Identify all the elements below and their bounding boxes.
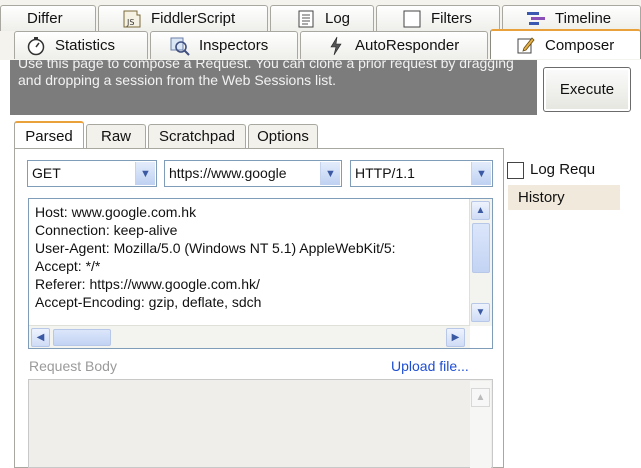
- tab-label: Differ: [27, 10, 63, 27]
- lightning-icon: [325, 36, 347, 56]
- url-value: https://www.google: [169, 165, 287, 181]
- tab-label: Timeline: [555, 10, 612, 27]
- history-panel-header: History: [508, 185, 620, 210]
- tab-statistics[interactable]: Statistics: [14, 31, 148, 59]
- subtab-label: Parsed: [25, 127, 73, 145]
- history-label: History: [518, 189, 565, 206]
- chevron-down-icon[interactable]: ▼: [471, 162, 491, 185]
- subtab-options[interactable]: Options: [248, 124, 318, 148]
- tab-label: Inspectors: [199, 37, 269, 54]
- scrollbar-thumb[interactable]: [53, 329, 111, 346]
- request-headers-textarea[interactable]: Host: www.google.com.hk Connection: keep…: [28, 198, 493, 349]
- subtab-parsed[interactable]: Parsed: [14, 121, 84, 149]
- header-line: User-Agent: Mozilla/5.0 (Windows NT 5.1)…: [35, 240, 396, 256]
- vertical-scrollbar[interactable]: ▲ ▼: [469, 199, 492, 326]
- timeline-icon: [525, 9, 547, 29]
- tab-label: Composer: [545, 36, 615, 54]
- tab-timeline[interactable]: Timeline: [502, 5, 641, 31]
- tab-label: FiddlerScript: [151, 10, 236, 27]
- request-body-label: Request Body: [29, 358, 117, 374]
- stopwatch-icon: [25, 36, 47, 56]
- scrollbar-thumb[interactable]: [472, 223, 490, 273]
- scroll-left-icon[interactable]: ◀: [31, 328, 50, 347]
- chevron-down-icon[interactable]: ▼: [320, 162, 340, 185]
- header-line: Connection: keep-alive: [35, 222, 178, 238]
- tab-label: AutoResponder: [355, 37, 460, 54]
- log-icon: [295, 9, 317, 29]
- subtab-label: Scratchpad: [159, 128, 235, 145]
- header-line: Accept: */*: [35, 258, 101, 274]
- js-badge-text: JS: [126, 18, 134, 27]
- tab-fiddlerscript[interactable]: JS FiddlerScript: [98, 5, 268, 31]
- vertical-scrollbar[interactable]: ▲: [470, 381, 491, 468]
- http-version-select[interactable]: HTTP/1.1 ▼: [350, 160, 493, 187]
- horizontal-scrollbar[interactable]: ◀ ▶: [29, 325, 470, 348]
- tab-filters[interactable]: Filters: [376, 5, 500, 31]
- tab-log[interactable]: Log: [270, 5, 374, 31]
- header-line: Referer: https://www.google.com.hk/: [35, 276, 260, 292]
- method-select[interactable]: GET ▼: [27, 160, 157, 187]
- chevron-down-icon[interactable]: ▼: [135, 162, 155, 185]
- execute-label: Execute: [559, 81, 615, 98]
- checkbox-icon: [401, 9, 423, 29]
- js-script-icon: JS: [121, 9, 143, 29]
- subtab-label: Raw: [100, 128, 131, 145]
- log-requests-checkbox[interactable]: [507, 162, 524, 179]
- header-line: Accept-Encoding: gzip, deflate, sdch: [35, 294, 262, 310]
- log-requests-label: Log Requ: [530, 161, 596, 178]
- scroll-right-icon[interactable]: ▶: [446, 328, 465, 347]
- pencil-icon: [515, 35, 537, 55]
- version-value: HTTP/1.1: [355, 165, 415, 181]
- scroll-up-icon[interactable]: ▲: [471, 201, 490, 220]
- request-body-textarea[interactable]: ▲: [28, 379, 493, 468]
- info-text: Use this page to compose a Request. You …: [18, 60, 514, 88]
- header-line: Host: www.google.com.hk: [35, 204, 197, 220]
- subtab-raw[interactable]: Raw: [86, 124, 146, 148]
- tab-composer[interactable]: Composer: [490, 29, 641, 59]
- subtab-scratchpad[interactable]: Scratchpad: [148, 124, 246, 148]
- tab-differ[interactable]: Differ: [0, 5, 96, 31]
- scroll-up-icon[interactable]: ▲: [471, 388, 490, 407]
- subtab-label: Options: [257, 128, 309, 145]
- tab-label: Log: [325, 10, 351, 27]
- tab-autoresponder[interactable]: AutoResponder: [300, 31, 488, 59]
- method-value: GET: [32, 165, 61, 181]
- composer-info-text: Use this page to compose a Request. You …: [10, 60, 537, 115]
- upload-file-link[interactable]: Upload file...: [391, 358, 469, 374]
- tab-inspectors[interactable]: Inspectors: [150, 31, 298, 59]
- url-input[interactable]: https://www.google ▼: [164, 160, 342, 187]
- tab-label: Statistics: [55, 37, 116, 54]
- inspect-icon: [169, 36, 191, 56]
- execute-button[interactable]: Execute: [543, 67, 631, 112]
- tab-label: Filters: [431, 10, 472, 27]
- scroll-down-icon[interactable]: ▼: [471, 303, 490, 322]
